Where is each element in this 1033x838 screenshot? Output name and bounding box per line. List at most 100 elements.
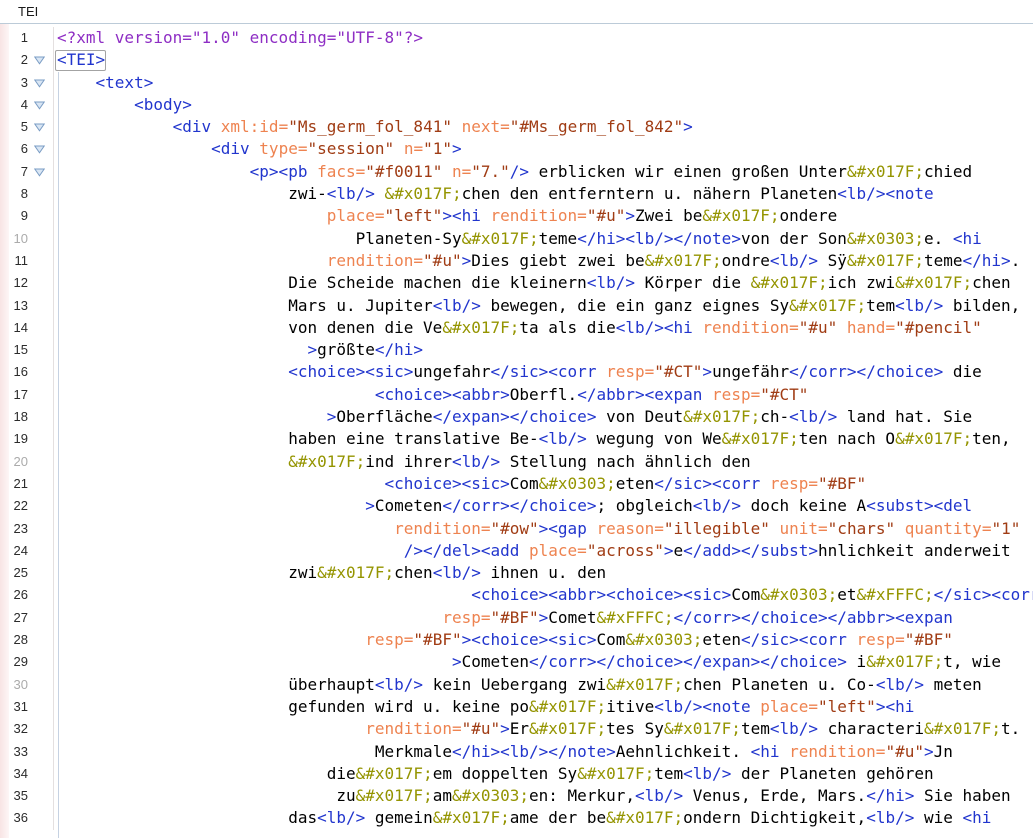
code-line[interactable]: 18 >Oberfläche</expan></choice> von Deut… bbox=[0, 406, 1033, 428]
code-line[interactable]: 32 rendition="#u">Er&#x017F;tes Sy&#x017… bbox=[0, 718, 1033, 740]
code-line[interactable]: 10 Planeten-Sy&#x017F;teme</hi><lb/></no… bbox=[0, 228, 1033, 250]
gutter: 1 bbox=[0, 27, 54, 49]
code-line[interactable]: 15 >größte</hi> bbox=[0, 339, 1033, 361]
token-av: "1" bbox=[991, 519, 1020, 538]
token-tag: <lb/><hi bbox=[616, 318, 703, 337]
code-line[interactable]: 27 resp="#BF">Comet&#xFFFC;</corr></choi… bbox=[0, 607, 1033, 629]
code-line[interactable]: 2<TEI> bbox=[0, 49, 1033, 71]
code-line[interactable]: 21 <choice><sic>Com&#x0303;eten</sic><co… bbox=[0, 473, 1033, 495]
code-line[interactable]: 16 <choice><sic>ungefahr</sic><corr resp… bbox=[0, 361, 1033, 383]
code-text: &#x017F;ind ihrer<lb/> Stellung nach ähn… bbox=[54, 451, 751, 473]
token-tx: die bbox=[943, 362, 982, 381]
tab-tei[interactable]: TEI bbox=[0, 0, 56, 23]
code-line[interactable]: 4 <body> bbox=[0, 94, 1033, 116]
code-line[interactable]: 33 Merkmale</hi><lb/></note>Aehnlichkeit… bbox=[0, 741, 1033, 763]
code-line[interactable]: 29 >Cometen</corr></choice></expan></cho… bbox=[0, 651, 1033, 673]
code-line[interactable]: 17 <choice><abbr>Oberfl.</abbr><expan re… bbox=[0, 384, 1033, 406]
code-line[interactable]: 31 gefunden wird u. keine po&#x017F;itiv… bbox=[0, 696, 1033, 718]
code-line[interactable]: 1<?xml version="1.0" encoding="UTF-8"?> bbox=[0, 27, 1033, 49]
token-av: "#u" bbox=[423, 251, 462, 270]
code-line[interactable]: 9 place="left"><hi rendition="#u">Zwei b… bbox=[0, 205, 1033, 227]
token-tx: Zwei be bbox=[635, 206, 702, 225]
code-line[interactable]: 12 Die Scheide machen die kleinern<lb/> … bbox=[0, 272, 1033, 294]
fold-toggle-icon[interactable] bbox=[28, 94, 52, 116]
token-tag: > bbox=[452, 139, 462, 158]
gutter: 6 bbox=[0, 138, 54, 160]
fold-toggle-icon[interactable] bbox=[28, 49, 52, 71]
code-line[interactable]: 20 &#x017F;ind ihrer<lb/> Stellung nach … bbox=[0, 451, 1033, 473]
token-tag: > bbox=[462, 251, 472, 270]
token-en: &#x017F; bbox=[529, 697, 606, 716]
code-line[interactable]: 36 das<lb/> gemein&#x017F;ame der be&#x0… bbox=[0, 807, 1033, 829]
fold-toggle-icon[interactable] bbox=[28, 72, 52, 94]
code-line[interactable]: 23 rendition="#ow"><gap reason="illegibl… bbox=[0, 518, 1033, 540]
token-tag: <lb/> bbox=[375, 675, 423, 694]
line-number: 7 bbox=[0, 161, 28, 183]
code-text: <TEI> bbox=[54, 49, 105, 71]
code-line[interactable]: 30 überhaupt<lb/> kein Uebergang zwi&#x0… bbox=[0, 674, 1033, 696]
code-line[interactable]: 8 zwi-<lb/> &#x017F;chen den entferntern… bbox=[0, 183, 1033, 205]
code-line[interactable]: 13 Mars u. Jupiter<lb/> bewegen, die ein… bbox=[0, 295, 1033, 317]
code-line[interactable]: 19 haben eine translative Be-<lb/> wegun… bbox=[0, 428, 1033, 450]
code-line[interactable]: 3 <text> bbox=[0, 72, 1033, 94]
token-tag: </hi><lb/></note> bbox=[452, 742, 616, 761]
token-tag: </hi><lb/></note> bbox=[577, 229, 741, 248]
fold-toggle-icon[interactable] bbox=[28, 138, 52, 160]
code-line[interactable]: 6 <div type="session" n="1"> bbox=[0, 138, 1033, 160]
code-line[interactable]: 24 /></del><add place="across">e</add></… bbox=[0, 540, 1033, 562]
xml-editor-pane[interactable]: 1<?xml version="1.0" encoding="UTF-8"?>2… bbox=[0, 24, 1033, 838]
token-en: &#x017F; bbox=[606, 675, 683, 694]
token-tx: Cometen bbox=[375, 496, 442, 515]
token-tx: . bbox=[1011, 251, 1021, 270]
code-line[interactable]: 22 >Cometen</corr></choice>; obgleich<lb… bbox=[0, 495, 1033, 517]
line-number: 29 bbox=[0, 651, 28, 673]
code-line[interactable]: 34 die&#x017F;em doppelten Sy&#x017F;tem… bbox=[0, 763, 1033, 785]
token-an: place= bbox=[760, 697, 818, 716]
token-tag: <subst><del bbox=[866, 496, 972, 515]
indent-whitespace bbox=[57, 608, 442, 627]
token-av: "chars" bbox=[828, 519, 895, 538]
gutter: 3 bbox=[0, 72, 54, 94]
token-av: "#u" bbox=[587, 206, 626, 225]
gutter: 20 bbox=[0, 451, 54, 473]
token-tx: teme bbox=[924, 251, 963, 270]
token-tx: ta als die bbox=[519, 318, 615, 337]
code-line[interactable]: 28 resp="#BF"><choice><sic>Com&#x0303;et… bbox=[0, 629, 1033, 651]
token-en: &#x017F; bbox=[664, 719, 741, 738]
token-tag: > bbox=[702, 362, 712, 381]
token-an: resp= bbox=[606, 362, 654, 381]
gutter: 35 bbox=[0, 785, 54, 807]
gutter: 29 bbox=[0, 651, 54, 673]
token-an: hand= bbox=[847, 318, 895, 337]
token-tx bbox=[394, 139, 404, 158]
token-tag: /> bbox=[510, 162, 529, 181]
token-tx: ondre bbox=[722, 251, 770, 270]
line-number: 3 bbox=[0, 72, 28, 94]
token-av: "across" bbox=[587, 541, 664, 560]
token-av: "#CT" bbox=[760, 385, 808, 404]
gutter: 9 bbox=[0, 205, 54, 227]
token-en: &#xFFFC; bbox=[857, 585, 934, 604]
code-line[interactable]: 26 <choice><abbr><choice><sic>Com&#x0303… bbox=[0, 584, 1033, 606]
indent-whitespace bbox=[57, 385, 375, 404]
code-line[interactable]: 14 von denen die Ve&#x017F;ta als die<lb… bbox=[0, 317, 1033, 339]
code-text: >Oberfläche</expan></choice> von Deut&#x… bbox=[54, 406, 972, 428]
fold-toggle-icon[interactable] bbox=[28, 161, 52, 183]
code-line[interactable]: 35 zu&#x017F;am&#x0303;en: Merkur,<lb/> … bbox=[0, 785, 1033, 807]
gutter: 22 bbox=[0, 495, 54, 517]
fold-toggle-icon[interactable] bbox=[28, 116, 52, 138]
token-tag: </expan></choice> bbox=[433, 407, 597, 426]
token-en: &#x017F; bbox=[462, 229, 539, 248]
token-tx: characteri bbox=[818, 719, 924, 738]
code-line[interactable]: 7 <p><pb facs="#f0011" n="7."/> erblicke… bbox=[0, 161, 1033, 183]
fold-spacer bbox=[28, 272, 52, 294]
token-an: resp= bbox=[442, 608, 490, 627]
code-line[interactable]: 5 <div xml:id="Ms_germ_fol_841" next="#M… bbox=[0, 116, 1033, 138]
token-tx: meten bbox=[924, 675, 982, 694]
code-line[interactable]: 11 rendition="#u">Dies giebt zwei be&#x0… bbox=[0, 250, 1033, 272]
fold-spacer bbox=[28, 629, 52, 651]
fold-spacer bbox=[28, 317, 52, 339]
token-en: &#x017F; bbox=[356, 764, 433, 783]
code-line[interactable]: 25 zwi&#x017F;chen<lb/> ihnen u. den bbox=[0, 562, 1033, 584]
token-tx bbox=[375, 184, 385, 203]
